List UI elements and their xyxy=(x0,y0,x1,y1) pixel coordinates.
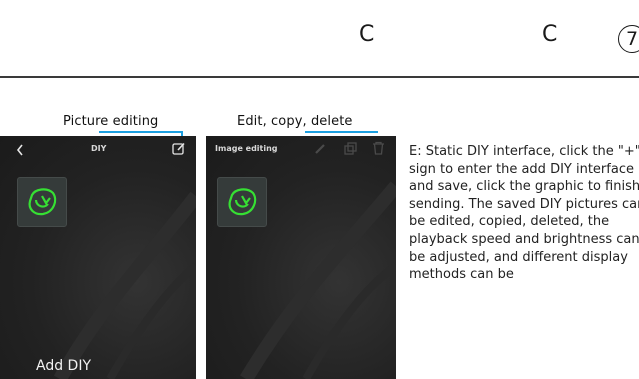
phone-screen-image-editing: Image editing xyxy=(206,136,396,379)
pencil-square-icon[interactable] xyxy=(171,141,186,156)
callout-leader-h xyxy=(305,131,378,133)
trash-icon[interactable] xyxy=(372,141,385,155)
callout-picture-editing: Picture editing xyxy=(63,114,159,129)
page-number: 7 xyxy=(618,25,639,53)
background-curves xyxy=(240,181,396,379)
add-diy-label[interactable]: Add DIY xyxy=(36,358,91,374)
callout-edit-copy-delete: Edit, copy, delete xyxy=(237,114,353,129)
phone-screen-diy: DIY Add DIY xyxy=(0,136,196,379)
top-bar: Image editing xyxy=(206,136,396,164)
diy-picture-tile[interactable] xyxy=(17,177,67,227)
header-label-c-2: C xyxy=(542,22,558,47)
copy-icon[interactable] xyxy=(344,142,358,155)
header-label-c-1: C xyxy=(359,22,375,47)
chevron-left-icon[interactable] xyxy=(16,144,24,156)
screen-title: Image editing xyxy=(215,144,278,153)
pencil-icon[interactable] xyxy=(314,142,327,155)
description-text: E: Static DIY interface, click the "+" s… xyxy=(409,144,639,283)
top-bar: DIY xyxy=(0,136,196,164)
background-curves xyxy=(53,191,196,379)
screen-title: DIY xyxy=(91,144,107,153)
green-glyph-icon xyxy=(28,188,57,216)
diy-picture-tile[interactable] xyxy=(217,177,267,227)
header-divider xyxy=(0,76,639,78)
callout-leader-h xyxy=(99,131,182,133)
green-glyph-icon xyxy=(228,188,257,216)
